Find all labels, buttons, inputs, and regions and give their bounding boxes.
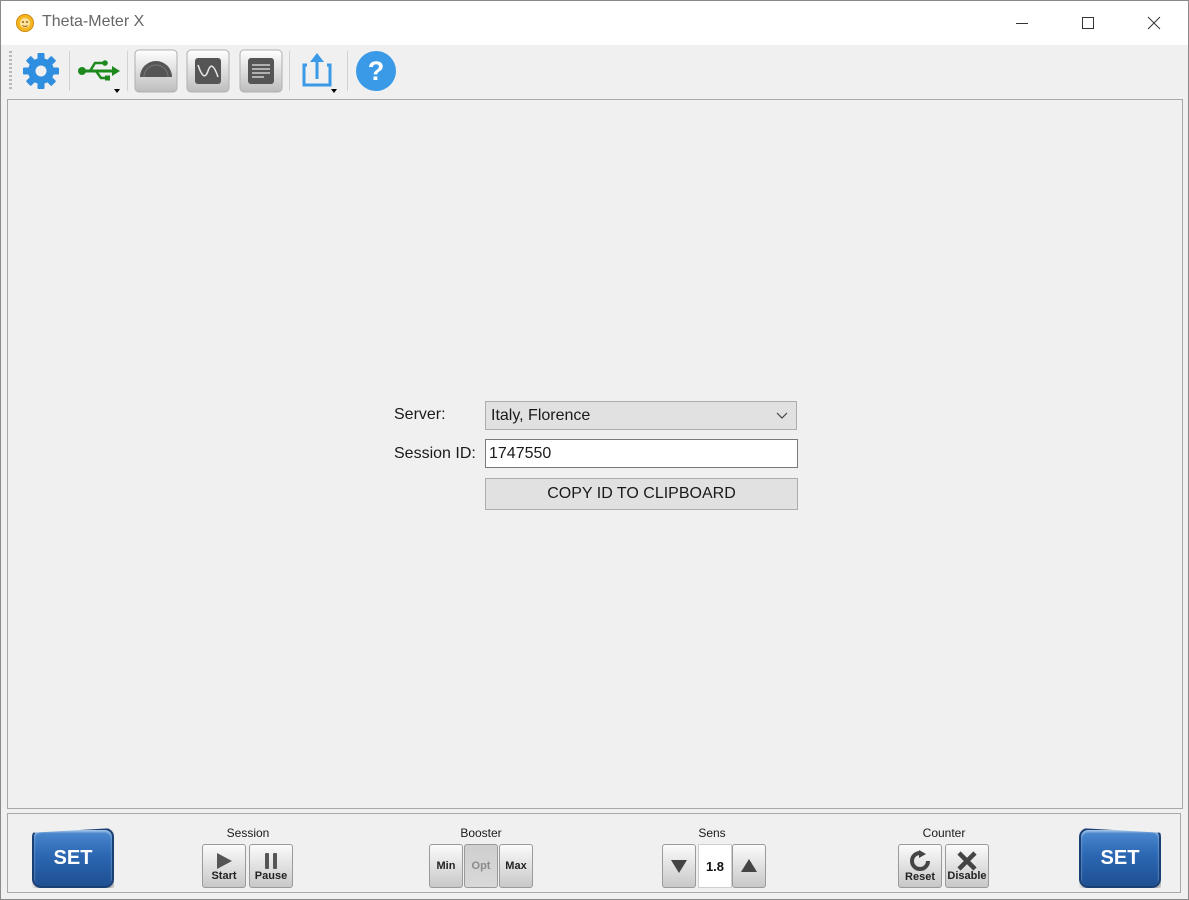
- counter-reset-label: Reset: [905, 870, 935, 883]
- start-button[interactable]: Start: [202, 844, 246, 888]
- toolbar-separator: [69, 51, 70, 91]
- app-window: Theta-Meter X ? Server: Italy, Florence …: [0, 0, 1189, 900]
- sens-decrease-button[interactable]: [662, 844, 696, 888]
- upload-icon: [302, 53, 332, 87]
- toolbar-grip[interactable]: [9, 51, 12, 91]
- server-select[interactable]: Italy, Florence: [485, 401, 797, 430]
- booster-max-label: Max: [505, 859, 527, 872]
- maximize-button[interactable]: [1057, 1, 1119, 45]
- sens-increase-button[interactable]: [732, 844, 766, 888]
- gauge-icon: [134, 49, 178, 93]
- booster-opt-button[interactable]: Opt: [464, 844, 498, 888]
- reset-icon: [910, 849, 930, 871]
- help-icon: ?: [356, 51, 396, 91]
- sens-group-title: Sens: [698, 826, 726, 840]
- gear-icon: [23, 53, 59, 89]
- session-group-title: Session: [226, 826, 270, 840]
- triangle-up-icon: [741, 859, 757, 872]
- counter-disable-button[interactable]: Disable: [945, 844, 989, 888]
- booster-max-button[interactable]: Max: [499, 844, 533, 888]
- booster-opt-label: Opt: [471, 859, 491, 872]
- usb-button[interactable]: [76, 49, 120, 93]
- set-button-left[interactable]: SET: [32, 828, 114, 888]
- server-label: Server:: [394, 406, 446, 423]
- x-icon: [957, 850, 977, 871]
- control-panel: SET Session Start Pause Booster Min Opt …: [7, 813, 1181, 893]
- play-icon: [217, 852, 232, 869]
- waveform-icon: [186, 49, 230, 93]
- set-button-right[interactable]: SET: [1079, 828, 1161, 888]
- export-button[interactable]: [295, 49, 339, 93]
- app-logo-icon: [15, 13, 35, 33]
- usb-dropdown-arrow-icon: [114, 89, 120, 93]
- maximize-icon: [1082, 17, 1094, 29]
- start-button-label: Start: [211, 869, 237, 882]
- meter-view-button[interactable]: [134, 49, 178, 93]
- counter-group-title: Counter: [922, 826, 966, 840]
- minimize-icon: [1016, 23, 1028, 24]
- copy-id-button[interactable]: COPY ID TO CLIPBOARD: [485, 478, 798, 510]
- chevron-down-icon: [776, 412, 788, 419]
- export-dropdown-arrow-icon: [331, 89, 337, 93]
- booster-min-label: Min: [436, 859, 456, 872]
- window-title: Theta-Meter X: [42, 13, 145, 30]
- toolbar-separator: [289, 51, 290, 91]
- counter-disable-label: Disable: [947, 869, 987, 882]
- list-icon: [239, 49, 283, 93]
- svg-text:?: ?: [368, 56, 385, 86]
- close-button[interactable]: [1123, 1, 1185, 45]
- pause-button-label: Pause: [254, 869, 288, 882]
- pause-icon: [265, 852, 277, 869]
- settings-button[interactable]: [19, 49, 63, 93]
- help-button[interactable]: ?: [354, 49, 398, 93]
- toolbar: ?: [1, 45, 1188, 97]
- booster-min-button[interactable]: Min: [429, 844, 463, 888]
- session-id-input[interactable]: [485, 439, 798, 468]
- title-bar: Theta-Meter X: [1, 1, 1188, 45]
- pause-button[interactable]: Pause: [249, 844, 293, 888]
- triangle-down-icon: [671, 860, 687, 873]
- sens-value: 1.8: [698, 844, 732, 888]
- server-select-value: Italy, Florence: [491, 407, 591, 424]
- log-view-button[interactable]: [239, 49, 283, 93]
- counter-reset-button[interactable]: Reset: [898, 844, 942, 888]
- main-panel: Server: Italy, Florence Session ID: COPY…: [7, 99, 1183, 809]
- booster-group-title: Booster: [460, 826, 502, 840]
- graph-view-button[interactable]: [186, 49, 230, 93]
- session-id-label: Session ID:: [394, 445, 476, 462]
- toolbar-separator: [347, 51, 348, 91]
- usb-icon: [78, 60, 120, 81]
- close-icon: [1147, 16, 1161, 30]
- minimize-button[interactable]: [991, 1, 1053, 45]
- toolbar-separator: [127, 51, 128, 91]
